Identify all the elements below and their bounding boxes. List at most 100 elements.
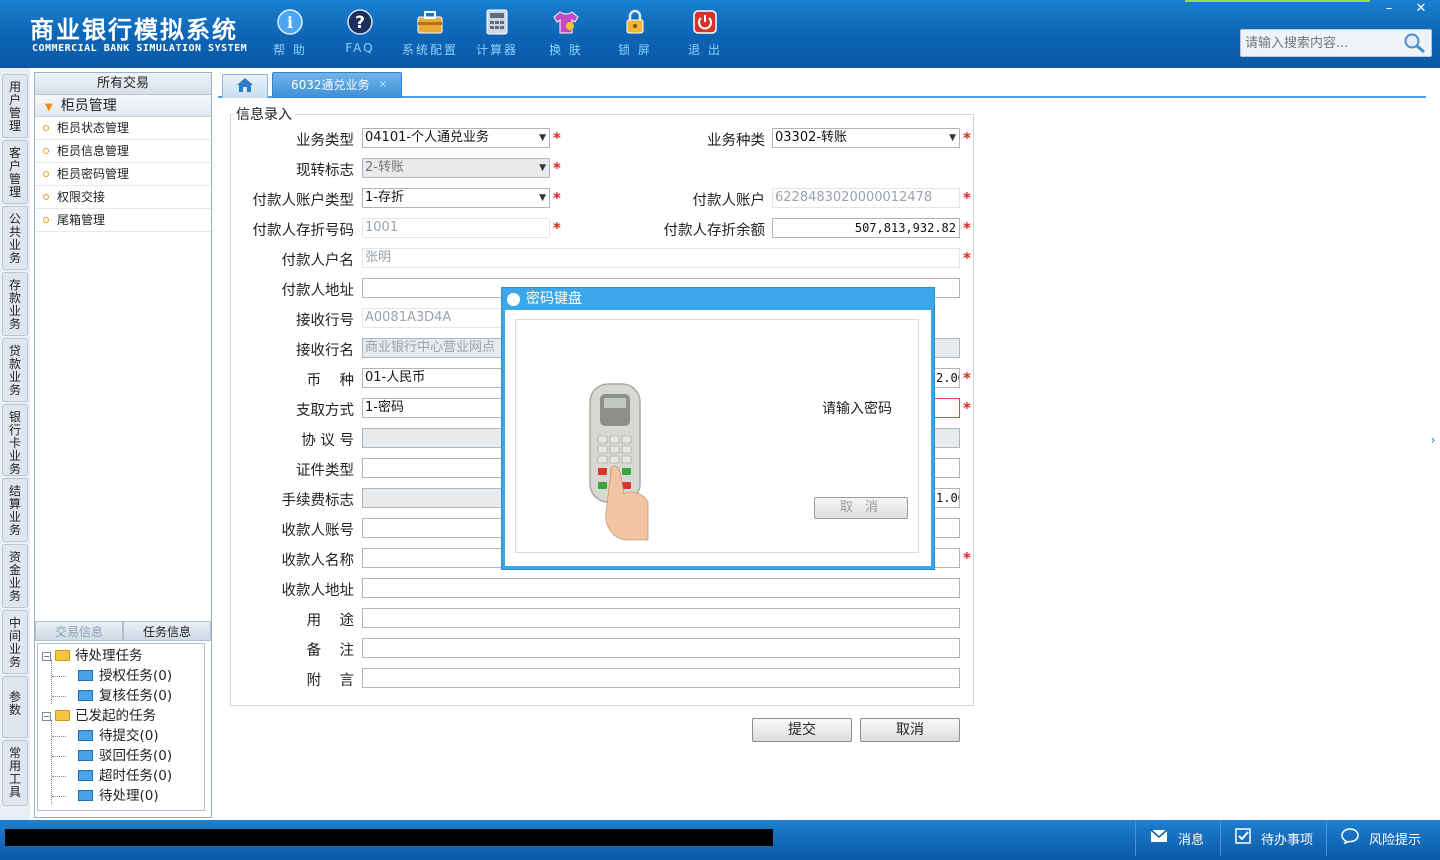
vnav-card-biz[interactable]: 银 行 卡 业 务 (2, 404, 28, 476)
required-mark: * (963, 219, 971, 237)
payer-name-field[interactable]: 张明 (362, 248, 960, 268)
vnav-deposit-biz[interactable]: 存 款 业 务 (2, 272, 28, 336)
collapse-icon[interactable]: − (42, 712, 51, 721)
tree-node-auth-tasks[interactable]: 授权任务(0) (38, 666, 204, 686)
tab-task-info[interactable]: 任务信息 (123, 621, 211, 641)
required-mark: * (963, 369, 971, 387)
biz-kind-select[interactable]: 03302-转账 ▼ (772, 128, 960, 148)
payee-name-field[interactable] (362, 548, 502, 568)
cancel-button[interactable]: 取消 (860, 718, 960, 742)
tree-node-timeout[interactable]: 超时任务(0) (38, 766, 204, 786)
payee-acct-field[interactable] (362, 518, 502, 538)
fee-flag-select[interactable] (362, 488, 502, 508)
remark-field[interactable] (362, 638, 960, 658)
status-bar: 消息 待办事项 风险提示 (0, 820, 1440, 860)
teller-mgmt-group[interactable]: ▼ 柜员管理 (35, 95, 211, 117)
vnav-user-mgmt[interactable]: 用 户 管 理 (2, 74, 28, 138)
shirt-icon (552, 8, 580, 36)
app-title: 商业银行模拟系统 (30, 16, 238, 44)
cash-flag-select[interactable]: 2-转账 ▼ (362, 158, 550, 178)
biz-type-select[interactable]: 04101-个人通兑业务 ▼ (362, 128, 550, 148)
dropdown-arrow-icon: ▼ (949, 133, 956, 143)
postscript-field[interactable] (362, 668, 960, 688)
svg-text:?: ? (355, 13, 365, 33)
payer-acct-type-select[interactable]: 1-存折 ▼ (362, 188, 550, 208)
vnav-customer-mgmt[interactable]: 客 户 管 理 (2, 140, 28, 204)
tree-node-rejected[interactable]: 驳回任务(0) (38, 746, 204, 766)
exit-button[interactable]: 退 出 (672, 8, 738, 58)
header-accent-line (1185, 0, 1370, 2)
label-payer-acct: 付款人账户 (692, 193, 766, 209)
todo-button[interactable]: 待办事项 (1220, 820, 1322, 856)
envelope-icon (1150, 829, 1168, 847)
tree-node-to-process[interactable]: 待处理(0) (38, 786, 204, 806)
tab-home[interactable] (222, 74, 268, 98)
vnav-settlement-biz[interactable]: 结 算 业 务 (2, 478, 28, 542)
sys-config-button[interactable]: 系统配置 (397, 8, 463, 58)
expand-right-icon[interactable]: › (1428, 420, 1438, 460)
menu-item-teller-status[interactable]: 柜员状态管理 (35, 117, 211, 140)
password-field-partial[interactable] (934, 398, 960, 418)
tab-6032-exchange[interactable]: 6032通兑业务 × (272, 72, 402, 98)
lock-button[interactable]: 锁 屏 (602, 8, 668, 58)
tree-node-review-tasks[interactable]: 复核任务(0) (38, 686, 204, 706)
vnav-public-biz[interactable]: 公 共 业 务 (2, 206, 28, 270)
required-mark: * (963, 549, 971, 567)
calculator-icon (483, 8, 511, 36)
search-input[interactable] (1241, 30, 1401, 56)
minimize-button[interactable]: – (1374, 0, 1404, 18)
label-payer-acct-type: 付款人账户类型 (252, 193, 355, 209)
tree-node-pending[interactable]: − 待处理任务 (38, 646, 204, 666)
question-icon: ? (346, 8, 374, 36)
search-icon[interactable] (1403, 32, 1427, 58)
dialog-cancel-button[interactable]: 取 消 (814, 497, 908, 519)
submit-button[interactable]: 提交 (752, 718, 852, 742)
tree-node-initiated[interactable]: − 已发起的任务 (38, 706, 204, 726)
messages-button[interactable]: 消息 (1135, 820, 1215, 856)
payee-addr-field[interactable] (362, 578, 960, 598)
vnav-params[interactable]: 参 数 (2, 676, 28, 738)
task-icon (78, 770, 93, 781)
vnav-intermediary-biz[interactable]: 中 间 业 务 (2, 610, 28, 674)
close-tab-icon[interactable]: × (379, 73, 387, 97)
recv-bank-no-field[interactable]: A0081A3D4A (362, 308, 502, 328)
purpose-field[interactable] (362, 608, 960, 628)
label-biz-kind: 业务种类 (707, 133, 765, 149)
task-icon (78, 690, 93, 701)
risk-alert-button[interactable]: 风险提示 (1326, 820, 1436, 856)
help-button[interactable]: i 帮 助 (257, 8, 323, 58)
tree-node-to-submit[interactable]: 待提交(0) (38, 726, 204, 746)
payer-acct-field[interactable]: 6228483020000012478 (772, 188, 960, 208)
payee-acct-field-right (934, 518, 960, 538)
id-no-field-partial[interactable] (934, 458, 960, 478)
close-window-button[interactable]: ✕ (1406, 0, 1436, 18)
required-mark: * (553, 219, 561, 237)
skin-button[interactable]: 换 肤 (533, 8, 599, 58)
label-purpose: 用 途 (306, 613, 354, 629)
calculator-button[interactable]: 计算器 (464, 8, 530, 58)
tab-transaction-info[interactable]: 交易信息 (35, 621, 123, 641)
agreement-no-field[interactable] (362, 428, 502, 448)
all-transactions-header[interactable]: 所有交易 (35, 73, 211, 95)
menu-item-teller-info[interactable]: 柜员信息管理 (35, 140, 211, 163)
id-type-select[interactable] (362, 458, 502, 478)
left-panel-tabs: 交易信息 任务信息 (35, 621, 211, 641)
vnav-tools[interactable]: 常 用 工 具 (2, 740, 28, 806)
amount-field-partial[interactable]: 2.00 (934, 368, 960, 388)
app-header: 商业银行模拟系统 COMMERCIAL BANK SIMULATION SYST… (0, 0, 1440, 68)
dropdown-arrow-icon: ▼ (539, 163, 546, 173)
vnav-fund-biz[interactable]: 资 金 业 务 (2, 544, 28, 608)
recv-bank-name-field[interactable]: 商业银行中心营业网点 (362, 338, 502, 358)
currency-select[interactable]: 01-人民币 (362, 368, 502, 388)
faq-button[interactable]: ? FAQ (327, 8, 393, 55)
label-id-type: 证件类型 (296, 463, 354, 479)
withdraw-method-select[interactable]: 1-密码 (362, 398, 502, 418)
menu-item-teller-password[interactable]: 柜员密码管理 (35, 163, 211, 186)
menu-item-permission-handover[interactable]: 权限交接 (35, 186, 211, 209)
payer-book-no-field[interactable]: 1001 (362, 218, 550, 238)
vnav-loan-biz[interactable]: 贷 款 业 务 (2, 338, 28, 402)
fee-field-partial[interactable]: 1.00 (934, 488, 960, 508)
collapse-icon[interactable]: − (42, 652, 51, 661)
app-subtitle: COMMERCIAL BANK SIMULATION SYSTEM (32, 43, 248, 54)
menu-item-tail-box[interactable]: 尾箱管理 (35, 209, 211, 232)
